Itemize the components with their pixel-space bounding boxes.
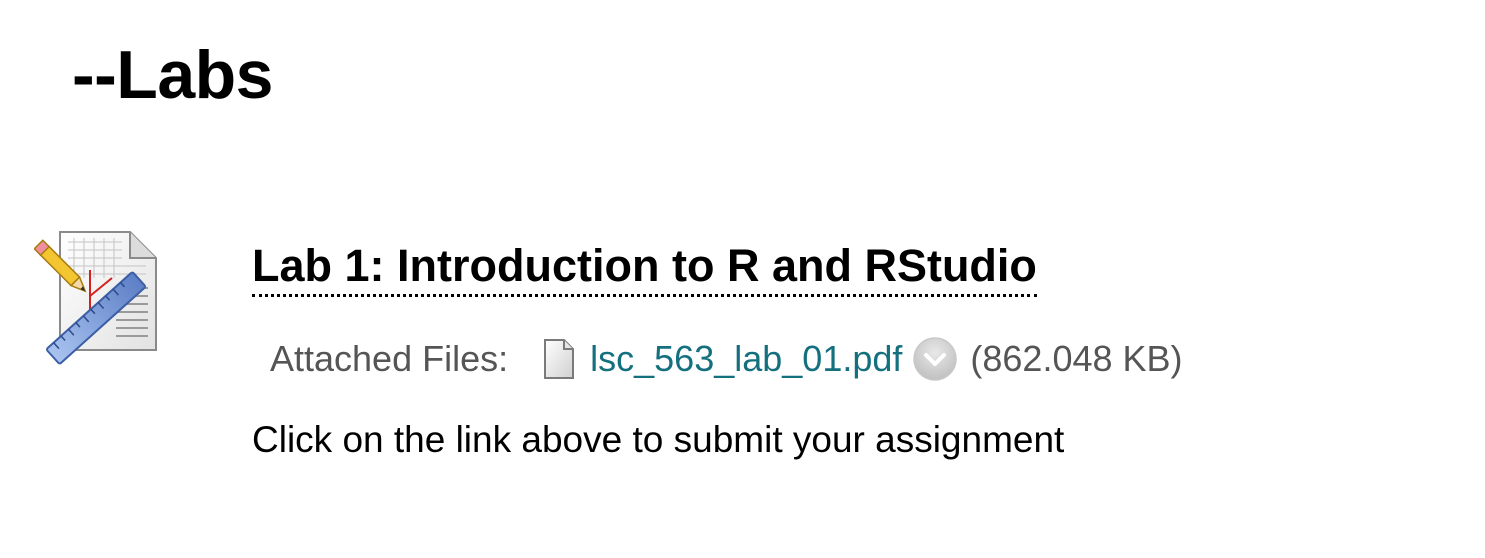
attached-file-link[interactable]: lsc_563_lab_01.pdf — [590, 338, 902, 380]
attached-files-row: Attached Files: lsc_563_lab_01.pdf (862.… — [270, 334, 1183, 384]
attached-files-label: Attached Files: — [270, 338, 509, 379]
chevron-down-icon[interactable] — [912, 336, 958, 382]
file-size: (862.048 KB) — [970, 338, 1183, 379]
section-title: --Labs — [72, 37, 274, 113]
item-description: Click on the link above to submit your a… — [252, 419, 1065, 460]
assignment-icon — [34, 231, 157, 365]
document-icon — [544, 339, 575, 379]
item-title-link[interactable]: Lab 1: Introduction to R and RStudio — [252, 240, 1037, 297]
